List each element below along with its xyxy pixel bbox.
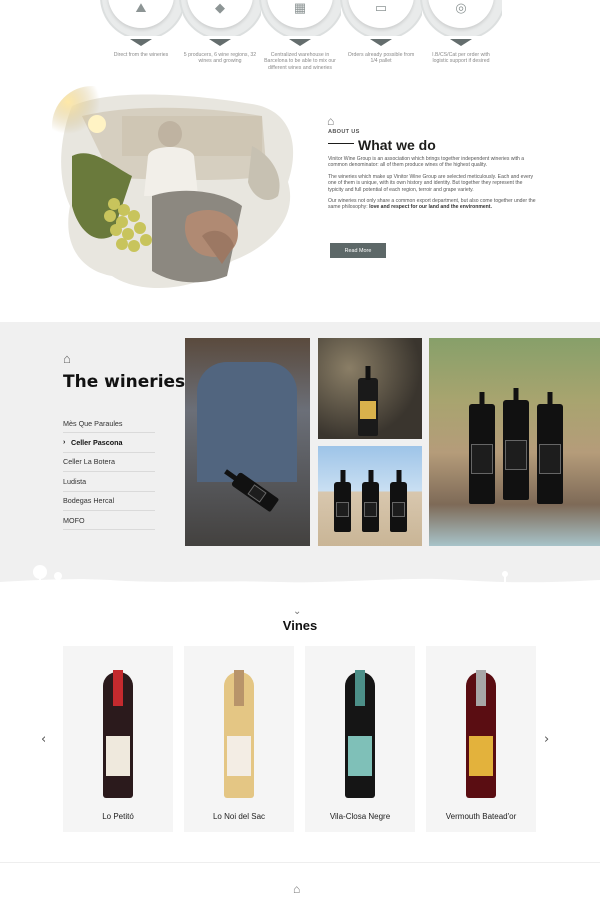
bottle-label: [106, 736, 130, 776]
feature-arrow: [450, 39, 472, 46]
bottle-cap: [476, 670, 486, 706]
feature-text: I.B/CS/Cat per order with logistic suppo…: [432, 52, 490, 65]
feature-text: Centralized warehouse in Barcelona to be…: [264, 52, 336, 71]
paragraph-1: Vinitor Wine Group is an association whi…: [328, 156, 525, 169]
paragraph-3: Our wineries not only share a common exp…: [328, 198, 536, 211]
vineyard-collage-image: [52, 86, 294, 289]
bottle-shape: [362, 482, 379, 532]
bottle-shape: [358, 378, 378, 436]
winery-item[interactable]: Bodegas Hercal: [63, 492, 155, 511]
carousel-next-button[interactable]: ›: [544, 732, 549, 747]
bottle-label: [469, 736, 493, 776]
map-icon: ◆: [179, 0, 261, 36]
winery-item-active[interactable]: › Celler Pascona: [63, 433, 155, 453]
feature-1: ⛰ Direct from the wineries: [100, 0, 182, 58]
bottle-shape: [390, 482, 407, 532]
bottle-shape: [503, 400, 529, 500]
feature-5: ◎ I.B/CS/Cat per order with logistic sup…: [420, 0, 502, 65]
wineries-list: Mès Que Paraules › Celler Pascona Celler …: [63, 414, 155, 531]
product-card[interactable]: Lo Noi del Sac: [184, 646, 294, 832]
product-name: Lo Petitó: [102, 812, 134, 821]
logo-leaf-icon: ⌂: [63, 351, 71, 366]
product-name: Vila-Closa Negre: [329, 812, 391, 821]
feature-arrow: [370, 39, 392, 46]
winery-item[interactable]: Mès Que Paraules: [63, 414, 155, 434]
bottle-shape: [469, 404, 495, 504]
winery-label: Celler La Botera: [63, 457, 115, 467]
feature-3: ▦ Centralized warehouse in Barcelona to …: [259, 0, 341, 71]
read-more-button[interactable]: Read More: [330, 243, 386, 258]
winery-label: MOFO: [63, 515, 85, 525]
winery-label: Celler Pascona: [71, 438, 123, 448]
winery-item[interactable]: Celler La Botera: [63, 453, 155, 473]
feature-text: Direct from the wineries: [113, 52, 169, 58]
feature-2: ◆ 5 producers, 6 wine regions, 32 wines …: [179, 0, 261, 65]
product-card[interactable]: Vermouth Batead'or: [426, 646, 536, 832]
what-we-do-text: Vinitor Wine Group is an association whi…: [328, 156, 536, 216]
vineyard-icon: ⛰: [100, 0, 182, 36]
bottle-cap: [234, 670, 244, 706]
chevron-right-icon: ›: [63, 439, 66, 447]
what-we-do-title: What we do: [358, 137, 436, 153]
wineries-section: ⌂ The wineries Mès Que Paraules › Celler …: [0, 322, 600, 592]
feature-arrow: [289, 39, 311, 46]
wineries-title: The wineries: [63, 373, 185, 392]
warehouse-icon: ▦: [259, 0, 341, 36]
paragraph-2: The wineries which make up Vinitor Wine …: [328, 173, 534, 193]
features-row: ⛰ Direct from the wineries ◆ 5 producers…: [0, 0, 600, 90]
feature-text: 5 producers, 6 wine regions, 32 wines an…: [183, 52, 257, 65]
bottle-label: [348, 736, 372, 776]
bottle-cap: [355, 670, 365, 706]
logo-leaf-icon: ⌄: [293, 606, 302, 617]
paragraph-3-emphasis: love and respect for our land and the en…: [369, 204, 492, 211]
about-us-label: ABOUT US: [328, 129, 360, 135]
feature-4: ▭ Orders already possible from 1/4 palle…: [340, 0, 422, 65]
logo-leaf-icon: ⌂: [293, 882, 301, 896]
pallet-icon: ▭: [340, 0, 422, 36]
bottle-cap: [113, 670, 123, 706]
product-card[interactable]: Vila-Closa Negre: [305, 646, 415, 832]
feature-arrow: [130, 39, 152, 46]
product-name: Vermouth Batead'or: [445, 812, 517, 821]
product-card[interactable]: Lo Petitó: [63, 646, 173, 832]
bottle-label: [227, 736, 251, 776]
bottles-pool-photo: [429, 338, 600, 546]
truck-icon: ◎: [420, 0, 502, 36]
shirt-shape: [197, 362, 297, 482]
bottle-shape: [334, 482, 351, 532]
winery-label: Ludista: [63, 476, 87, 486]
winery-label: Mès Que Paraules: [63, 418, 123, 428]
bottle-bokeh-photo: [318, 338, 422, 439]
landscape-divider: [0, 565, 600, 592]
product-name: Lo Noi del Sac: [212, 812, 266, 821]
vines-title: Vines: [282, 618, 318, 633]
feature-arrow: [209, 39, 231, 46]
section-divider: [0, 862, 600, 863]
page: ⛰ Direct from the wineries ◆ 5 producers…: [0, 0, 600, 900]
winemaker-photo: [185, 338, 310, 546]
winery-item[interactable]: Ludista: [63, 472, 155, 492]
feature-text: Orders already possible from 1/4 pallet: [347, 52, 415, 65]
bottle-shape: [537, 404, 563, 504]
winery-item[interactable]: MOFO: [63, 511, 155, 531]
logo-leaf-icon: ⌂: [327, 114, 335, 128]
bottles-outdoor-photo: [318, 446, 422, 546]
title-divider: [328, 143, 354, 144]
wineries-title-text: The wineries: [63, 372, 186, 392]
carousel-prev-button[interactable]: ‹: [41, 732, 46, 747]
winery-label: Bodegas Hercal: [63, 496, 115, 506]
